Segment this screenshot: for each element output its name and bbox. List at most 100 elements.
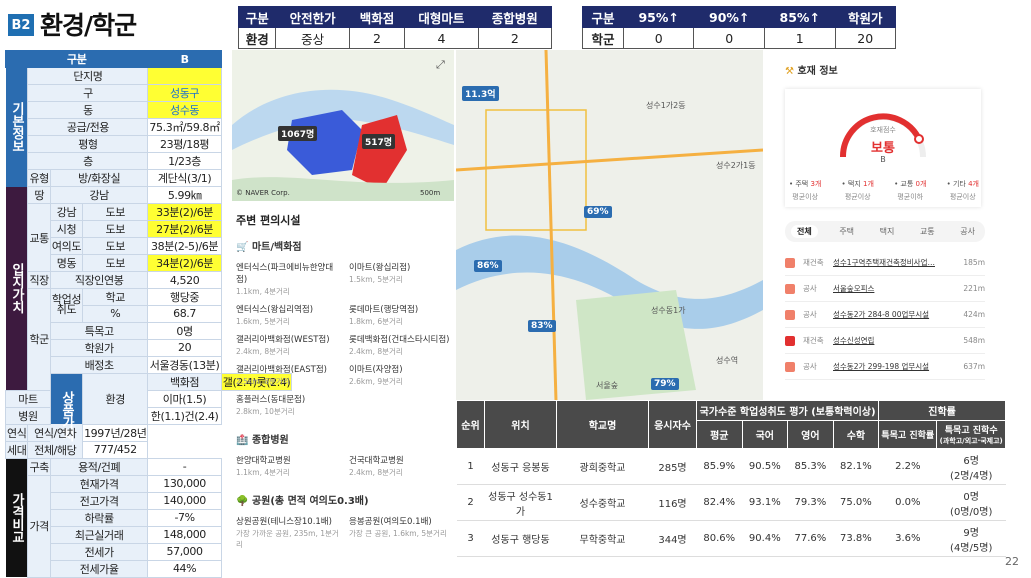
th: 구분 <box>582 6 624 28</box>
cell: 성동구 <box>147 84 222 102</box>
tab-item[interactable]: 주택 <box>835 225 858 238</box>
cell: 0명 <box>147 321 222 340</box>
area-label: 성수2가1동 <box>716 161 756 170</box>
item-name[interactable]: 성수신성연립 <box>833 335 959 346</box>
item-name[interactable]: 서울숲오피스 <box>833 283 959 294</box>
table-cell: 9명 (4명/5명) <box>936 520 1006 557</box>
park-title: 공원(총 면적 여의도0.3배) <box>251 496 369 507</box>
table-cell: 93.1% <box>742 484 788 521</box>
item-name[interactable]: 성수동2가 299-198 업무시설 <box>833 361 959 372</box>
item-name[interactable]: 성수1구역주택재건축정비사업… <box>833 257 959 268</box>
cell: 방/화장실 <box>49 169 149 187</box>
cell: 학원가 <box>49 338 149 357</box>
map-pin[interactable]: 11.3억 <box>462 86 499 101</box>
expand-icon[interactable]: ⤢ <box>436 58 445 72</box>
development-item[interactable]: 공사 성수동2가 284-8 00업무시설 424m <box>785 302 985 328</box>
category-count: 1개 <box>863 180 874 188</box>
item-type: 공사 <box>803 362 817 371</box>
facility-item: 건국대학교병원 2.4km, 8분거리 <box>349 454 456 478</box>
cell: 환경 <box>237 27 277 49</box>
item-type: 재건축 <box>803 336 824 345</box>
cell: 강남 <box>49 186 149 204</box>
facility-name: 롯데백화점(건대스타시티점) <box>349 335 450 345</box>
facility-name: 이마트(자양점) <box>349 365 403 375</box>
table-cell: 85.9% <box>696 448 743 485</box>
cell: % <box>82 305 149 323</box>
table-cell: 2.2% <box>878 448 937 485</box>
th: 학원가 <box>834 6 896 28</box>
cell: 57,000 <box>147 542 222 561</box>
th: B <box>147 50 222 68</box>
category-row: • 기타 4개 <box>947 179 979 189</box>
facility-distance: 1.1km, 4분거리 <box>236 287 290 296</box>
cell: 학교 <box>82 288 149 306</box>
table-cell: 80.6% <box>696 520 743 557</box>
item-type: 재건축 <box>803 258 824 267</box>
facility-distance: 가장 가까운 공원, 235m, 1분거리 <box>236 529 339 549</box>
cell: 현재가격 <box>49 474 149 493</box>
development-item[interactable]: 공사 성수동2가 299-198 업무시설 637m <box>785 354 985 380</box>
th: 안전한가 <box>275 6 350 28</box>
cell: 27분(2)/6분 <box>147 220 222 238</box>
facility-item: 홈플러스(동대문점) 2.8km, 10분거리 <box>236 393 343 417</box>
table-cell: 성동구 성수동1가 <box>484 484 557 521</box>
table-cell: 1 <box>456 448 485 485</box>
school-map[interactable]: 69% 86% 83% 79% 11.3억 성수1가2동 성수2가1동 서울숲 … <box>456 50 763 401</box>
page-number: 22 <box>1005 555 1019 568</box>
cell: 34분(2)/6분 <box>147 254 222 272</box>
cell: 1/23층 <box>147 152 222 170</box>
tab-item[interactable]: 택지 <box>876 225 899 238</box>
cell: 연식/연차 <box>27 423 84 442</box>
cell: 여의도 <box>49 237 84 255</box>
tab-item[interactable]: 공사 <box>956 225 979 238</box>
tag-icon <box>785 309 795 320</box>
cell: 4,520 <box>147 271 222 289</box>
cell: 도보 <box>82 220 149 238</box>
table-cell: 85.3% <box>787 448 834 485</box>
category-name: • 교통 <box>894 180 914 188</box>
cell: 서울경동(13분) <box>147 355 222 374</box>
facility-name: 갤러리아백화점(EAST점) <box>236 365 327 375</box>
category-count: 4개 <box>968 180 979 188</box>
map-pin[interactable]: 83% <box>528 320 556 332</box>
category-name: • 택지 <box>841 180 861 188</box>
cell: 도보 <box>82 237 149 255</box>
cell: 마트 <box>5 389 51 408</box>
cell: 백화점 <box>147 372 222 391</box>
item-type: 공사 <box>803 310 817 319</box>
tag-icon <box>785 335 795 346</box>
table-cell: 6명 (2명/4명) <box>936 448 1006 485</box>
cell: 평형 <box>27 135 149 153</box>
tab-item[interactable]: 전체 <box>791 225 818 238</box>
map-pin[interactable]: 69% <box>584 206 612 218</box>
facility-name: 엔터식스(파크에비뉴한양대점) <box>236 263 334 285</box>
area-label: 성수1가2동 <box>646 101 686 110</box>
map-graphic <box>456 50 763 401</box>
development-item[interactable]: 공사 서울숲오피스 221m <box>785 276 985 302</box>
development-item[interactable]: 재건축 성수1구역주택재건축정비사업… 185m <box>785 250 985 276</box>
th: 수학 <box>832 420 880 449</box>
section-badge: B2 <box>8 14 34 36</box>
cell: - <box>147 457 222 476</box>
facility-distance: 1.1km, 4분거리 <box>236 468 290 477</box>
th: 특목고 진학수 (과학고/외고·국제고) <box>936 420 1006 449</box>
table-cell: 3 <box>456 520 485 557</box>
table-cell: 성수중학교 <box>556 484 649 521</box>
th: 국가수준 학업성취도 평가 (보통학력이상) <box>695 400 880 421</box>
hospital-icon: 🏥 <box>236 435 249 446</box>
facility-item: 엔터식스(파크에비뉴한양대점) 1.1km, 4분거리 <box>236 261 343 297</box>
cell: 가격 <box>27 474 51 578</box>
facility-item: 롯데백화점(건대스타시티점) 2.4km, 8분거리 <box>349 333 456 357</box>
mart-list: 엔터식스(파크에비뉴한양대점) 1.1km, 4분거리 이마트(왕십리점) 1.5km… <box>236 261 456 417</box>
facility-distance: 2.4km, 8분거리 <box>349 468 403 477</box>
cell: 5.99㎞ <box>147 186 222 204</box>
facility-distance: 가장 큰 공원, 1.6km, 5분거리 <box>349 529 447 538</box>
cell: 전체/해당 <box>27 440 84 459</box>
map-pin[interactable]: 86% <box>474 260 502 272</box>
district-map[interactable]: 1067명 517명 © NAVER Corp. 500m ⤢ <box>232 50 454 201</box>
development-item[interactable]: 재건축 성수신성연립 548m <box>785 328 985 354</box>
item-name[interactable]: 성수동2가 284-8 00업무시설 <box>833 309 959 320</box>
map-pin[interactable]: 79% <box>651 378 679 390</box>
tab-item[interactable]: 교통 <box>916 225 939 238</box>
facility-name: 응봉공원(여의도0.1배) <box>349 517 432 527</box>
